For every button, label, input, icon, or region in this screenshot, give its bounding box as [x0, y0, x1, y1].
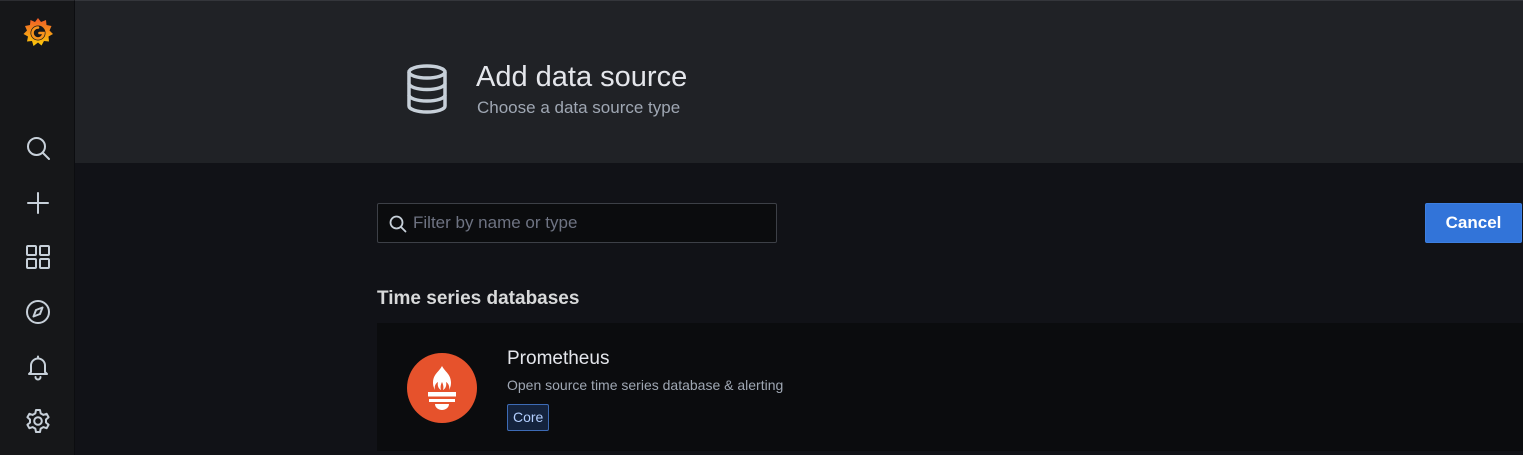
database-icon [404, 63, 450, 115]
datasource-description: Open source time series database & alert… [507, 377, 784, 393]
datasource-name: Prometheus [507, 348, 610, 369]
alerting-bell-icon[interactable] [22, 351, 54, 383]
gear-icon[interactable] [22, 405, 54, 437]
search-input[interactable] [413, 204, 773, 242]
core-badge: Core [507, 404, 550, 431]
page-subtitle: Choose a data source type [477, 98, 681, 117]
datasource-card-prometheus[interactable]: Prometheus Open source time series datab… [377, 323, 1523, 451]
sidebar [0, 0, 75, 455]
page-header: Add data source Choose a data source typ… [75, 0, 1523, 163]
search-box [377, 203, 777, 243]
explore-compass-icon[interactable] [22, 296, 54, 328]
cancel-button[interactable]: Cancel [1425, 203, 1522, 243]
dashboards-icon[interactable] [22, 241, 54, 273]
plus-icon[interactable] [22, 187, 54, 219]
page-title: Add data source [476, 61, 688, 93]
search-icon [388, 214, 408, 234]
section-heading: Time series databases [377, 288, 580, 309]
search-icon[interactable] [22, 132, 54, 164]
prometheus-logo-icon [407, 353, 477, 423]
grafana-logo-icon[interactable] [20, 15, 56, 51]
